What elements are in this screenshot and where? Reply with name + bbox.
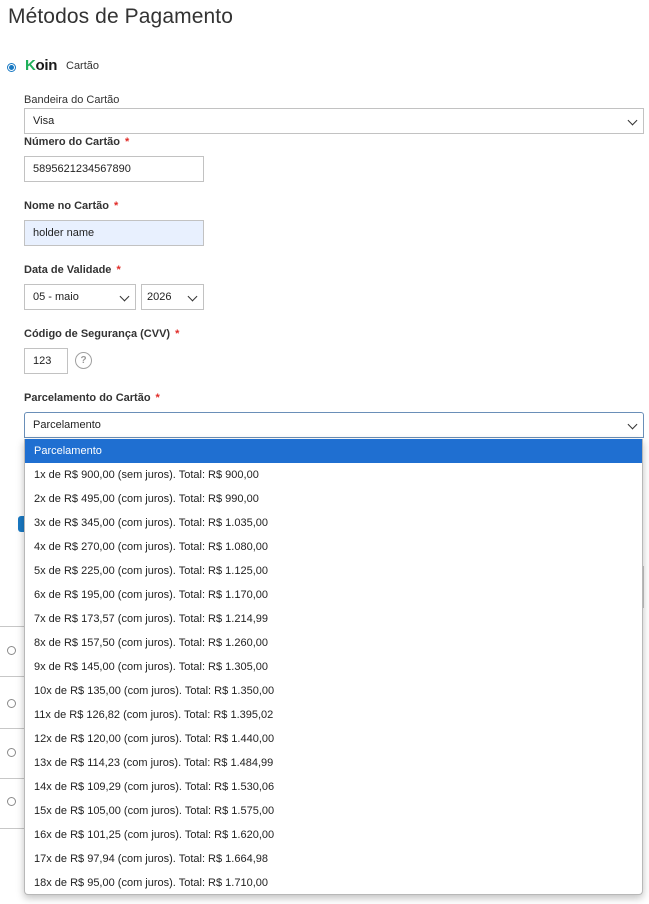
installment-option[interactable]: 11x de R$ 126,82 (com juros). Total: R$ … — [25, 703, 642, 727]
divider — [0, 728, 24, 729]
divider — [0, 676, 24, 677]
chevron-down-icon — [627, 419, 638, 430]
card-name-input[interactable]: holder name — [24, 220, 204, 246]
expiry-month-select[interactable]: 05 - maio — [24, 284, 136, 310]
installments-select[interactable]: Parcelamento — [24, 412, 644, 438]
installment-option[interactable]: Parcelamento — [25, 439, 642, 463]
card-brand-select[interactable]: Visa — [24, 108, 644, 134]
expiry-month-value: 05 - maio — [33, 291, 79, 303]
divider — [0, 828, 24, 829]
payment-method-name: Cartão — [66, 60, 100, 72]
installment-option[interactable]: 12x de R$ 120,00 (com juros). Total: R$ … — [25, 727, 642, 751]
installment-option[interactable]: 6x de R$ 195,00 (com juros). Total: R$ 1… — [25, 583, 642, 607]
cvv-input[interactable]: 123 — [24, 348, 68, 374]
installment-option[interactable]: 2x de R$ 495,00 (com juros). Total: R$ 9… — [25, 487, 642, 511]
installments-value: Parcelamento — [33, 419, 101, 431]
payment-method-radio[interactable] — [7, 699, 16, 708]
installment-option[interactable]: 8x de R$ 157,50 (com juros). Total: R$ 1… — [25, 631, 642, 655]
payment-method-radio[interactable] — [7, 646, 16, 655]
installment-option[interactable]: 15x de R$ 105,00 (com juros). Total: R$ … — [25, 799, 642, 823]
installment-option[interactable]: 10x de R$ 135,00 (com juros). Total: R$ … — [25, 679, 642, 703]
expiry-year-value: 2026 — [147, 291, 172, 303]
installments-dropdown-list: Parcelamento 1x de R$ 900,00 (sem juros)… — [24, 439, 643, 895]
installment-option[interactable]: 16x de R$ 101,25 (com juros). Total: R$ … — [25, 823, 642, 847]
card-number-value: 5895621234567890 — [33, 163, 131, 175]
installment-option[interactable]: 17x de R$ 97,94 (com juros). Total: R$ 1… — [25, 847, 642, 871]
chevron-down-icon — [119, 291, 130, 302]
payment-method-radio[interactable] — [7, 748, 16, 757]
installment-option[interactable]: 9x de R$ 145,00 (com juros). Total: R$ 1… — [25, 655, 642, 679]
cvv-value: 123 — [33, 355, 52, 367]
expiry-label: Data de Validade * — [24, 264, 121, 276]
required-mark: * — [155, 392, 160, 404]
installment-option[interactable]: 18x de R$ 95,00 (com juros). Total: R$ 1… — [25, 871, 642, 894]
expiry-year-select[interactable]: 2026 — [141, 284, 204, 310]
chevron-down-icon — [627, 115, 638, 126]
installments-label: Parcelamento do Cartão * — [24, 392, 160, 404]
required-mark: * — [124, 136, 130, 148]
card-name-value: holder name — [33, 227, 95, 239]
installment-option[interactable]: 13x de R$ 114,23 (com juros). Total: R$ … — [25, 751, 642, 775]
payment-method-radio-koin[interactable] — [7, 63, 16, 72]
installment-option[interactable]: 7x de R$ 173,57 (com juros). Total: R$ 1… — [25, 607, 642, 631]
installment-option[interactable]: 5x de R$ 225,00 (com juros). Total: R$ 1… — [25, 559, 642, 583]
divider — [0, 778, 24, 779]
installment-option[interactable]: 14x de R$ 109,29 (com juros). Total: R$ … — [25, 775, 642, 799]
card-brand-label: Bandeira do Cartão — [24, 94, 120, 106]
card-brand-value: Visa — [33, 115, 55, 127]
installment-option[interactable]: 4x de R$ 270,00 (com juros). Total: R$ 1… — [25, 535, 642, 559]
koin-logo: Koin — [25, 57, 58, 74]
cvv-label: Código de Segurança (CVV) * — [24, 328, 180, 340]
required-mark: * — [113, 200, 119, 212]
required-mark: * — [116, 264, 121, 276]
chevron-down-icon — [187, 291, 198, 302]
payment-method-radio[interactable] — [7, 797, 16, 806]
card-number-input[interactable]: 5895621234567890 — [24, 156, 204, 182]
installment-option[interactable]: 1x de R$ 900,00 (sem juros). Total: R$ 9… — [25, 463, 642, 487]
divider — [0, 626, 24, 627]
page-title: Métodos de Pagamento — [8, 5, 233, 28]
question-icon[interactable]: ? — [75, 352, 92, 369]
card-name-label: Nome no Cartão * — [24, 200, 119, 212]
installment-option[interactable]: 3x de R$ 345,00 (com juros). Total: R$ 1… — [25, 511, 642, 535]
card-number-label: Número do Cartão * — [24, 136, 130, 148]
required-mark: * — [175, 328, 180, 340]
